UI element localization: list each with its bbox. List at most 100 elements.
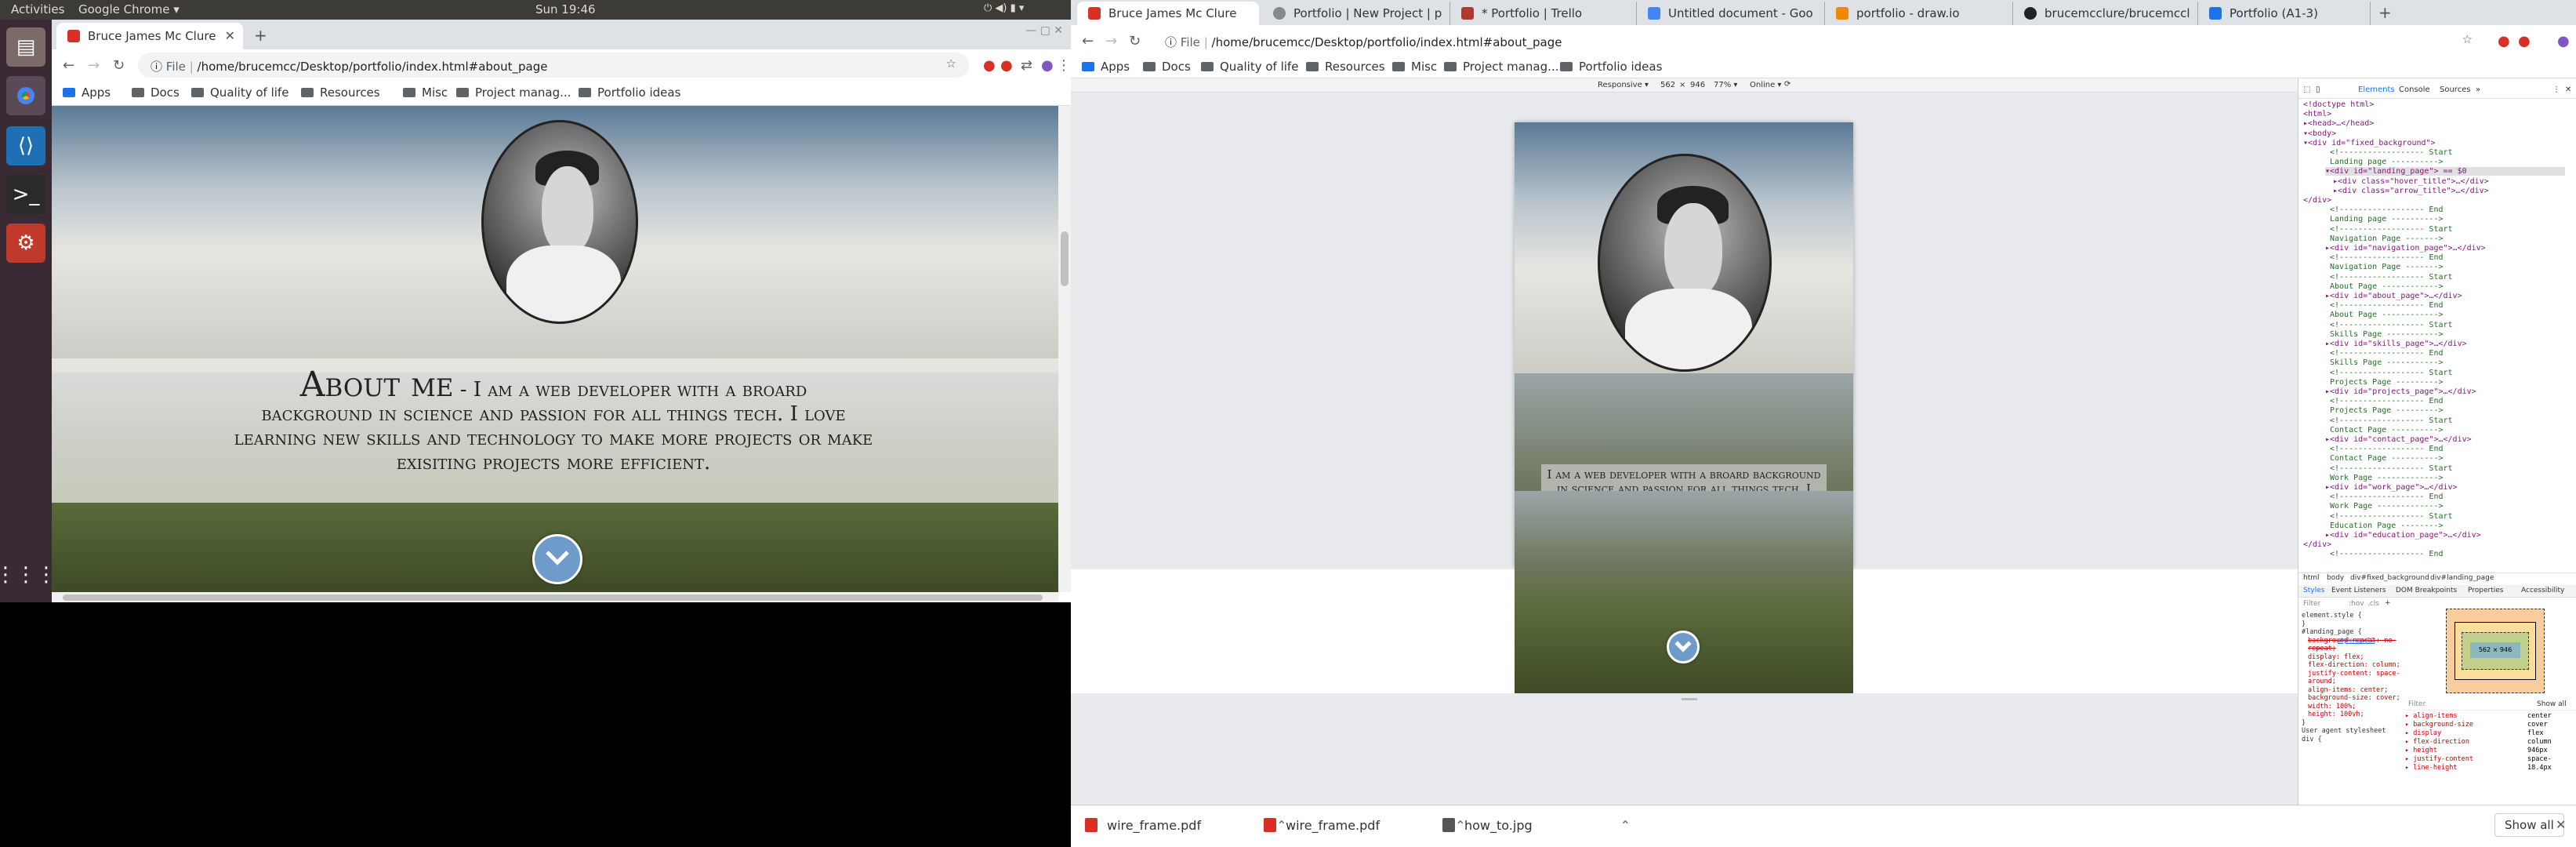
dom-node-line[interactable]: Work Page ------------->: [2330, 502, 2444, 511]
adblock-icon[interactable]: ●: [1000, 57, 1013, 74]
settings-icon[interactable]: ⚙: [6, 224, 45, 263]
close-downloads-icon[interactable]: ✕: [2556, 817, 2566, 832]
tab-styles[interactable]: Styles: [2303, 587, 2324, 594]
computed-property[interactable]: ▸ align-items center: [2405, 712, 2576, 721]
device-width-input[interactable]: 562: [1660, 81, 1675, 89]
bookmark-portfolio[interactable]: Portfolio ideas: [1560, 60, 1662, 74]
dom-node-line[interactable]: </div>: [2303, 196, 2331, 205]
resize-handle[interactable]: [1682, 698, 1697, 700]
reload-icon[interactable]: ↻: [1129, 33, 1141, 49]
breadcrumb-item[interactable]: body: [2327, 574, 2344, 582]
style-rule-line[interactable]: }: [2302, 719, 2402, 728]
close-tab-icon[interactable]: ✕: [225, 28, 235, 43]
right-tab-3[interactable]: Untitled document - Goo: [1637, 2, 1825, 28]
rotate-icon[interactable]: ⟳: [1784, 80, 1791, 89]
dom-node-line[interactable]: Education Page -------->: [2330, 522, 2444, 530]
chrome-icon[interactable]: [6, 76, 45, 115]
dom-node-line[interactable]: Navigation Page ------->: [2330, 263, 2444, 271]
bookmark-portfolio[interactable]: Portfolio ideas: [579, 85, 680, 100]
dom-node-line[interactable]: <!------------------ Start: [2330, 464, 2453, 473]
style-rule-line[interactable]: #landing_page {: [2302, 628, 2402, 637]
right-tab-4[interactable]: portfolio - draw.io: [1825, 2, 2013, 28]
terminal-icon[interactable]: >_: [6, 175, 45, 214]
dom-node-line[interactable]: ▸<div id="education_page">…</div>: [2325, 531, 2481, 540]
dom-node-line[interactable]: <!------------------ End: [2330, 301, 2444, 310]
show-all-checkbox[interactable]: Show all: [2537, 700, 2567, 708]
profile-avatar-icon[interactable]: ●: [2557, 33, 2570, 49]
activities-button[interactable]: Activities: [11, 2, 64, 16]
dom-node-line[interactable]: <!------------------ Start: [2330, 512, 2453, 521]
bookmark-apps[interactable]: Apps: [63, 85, 111, 100]
style-rule-line[interactable]: width: 100%;: [2302, 703, 2402, 711]
bookmark-misc[interactable]: Misc: [1392, 60, 1437, 74]
bookmark-resources[interactable]: Resources: [301, 85, 380, 100]
window-controls-icon[interactable]: — ▢ ✕: [1025, 24, 1063, 37]
computed-styles[interactable]: ▸ align-items center ▸ background-size cove…: [2405, 712, 2576, 805]
tab-elements[interactable]: Elements: [2358, 85, 2395, 94]
dom-node-line[interactable]: ▸<div id="work_page">…</div>: [2325, 483, 2458, 492]
dom-node-line[interactable]: ▸<div id="about_page">…</div>: [2325, 292, 2462, 300]
adblock-icon[interactable]: ●: [2518, 33, 2531, 49]
profile-avatar-icon[interactable]: ●: [1041, 57, 1054, 74]
bookmark-star-icon[interactable]: ☆: [2462, 32, 2473, 46]
dom-node-line[interactable]: Skills Page ----------->: [2330, 330, 2444, 339]
system-tray-icons[interactable]: ⏻ ◀) ▮ ▾: [984, 2, 1024, 14]
bookmark-quality[interactable]: Quality of life: [191, 85, 288, 100]
info-icon[interactable]: ⓘ: [1165, 35, 1177, 49]
forward-icon[interactable]: →: [1105, 33, 1117, 49]
dom-node-line[interactable]: ▸<div class="arrow_title">…</div>: [2333, 187, 2489, 195]
dom-node-line[interactable]: ▾<div id="landing_page"> == $0: [2325, 167, 2565, 176]
device-mode-select[interactable]: Responsive ▾: [1598, 81, 1649, 89]
computed-filter-input[interactable]: Filter: [2408, 700, 2425, 708]
mobile-scroll-chevron-icon[interactable]: [1667, 631, 1700, 663]
box-border[interactable]: 562 × 946: [2454, 622, 2536, 680]
dom-node-line[interactable]: ▸<div id="skills_page">…</div>: [2325, 340, 2467, 348]
vscode-icon[interactable]: ⟨⟩: [6, 126, 45, 165]
devtools-close-icon[interactable]: ✕: [2565, 85, 2571, 94]
right-tab-5[interactable]: brucemcclure/brucemccl: [2013, 2, 2198, 28]
computed-property[interactable]: ▸ justify-content space-: [2405, 755, 2576, 764]
dom-node-line[interactable]: ▾<body>: [2303, 129, 2336, 138]
back-icon[interactable]: ←: [63, 57, 74, 74]
h-scroll-thumb[interactable]: [63, 594, 1043, 601]
dom-node-line[interactable]: <!------------------ Start: [2330, 369, 2453, 377]
bookmark-quality[interactable]: Quality of life: [1201, 60, 1298, 74]
download-item-1[interactable]: wire_frame.pdf ⌃: [1264, 818, 1465, 833]
bookmark-misc[interactable]: Misc: [403, 85, 448, 100]
style-rule-line[interactable]: flex-direction: column;: [2302, 661, 2402, 670]
right-omnibox[interactable]: ⓘ File | /home/brucemcc/Desktop/portfoli…: [1152, 28, 2485, 53]
breadcrumb-item[interactable]: div#landing_page: [2430, 574, 2494, 582]
style-rule-line[interactable]: element.style {: [2302, 612, 2402, 620]
dom-node-line[interactable]: About Page ------------>: [2330, 311, 2444, 319]
dom-node-line[interactable]: Landing page ---------->: [2330, 215, 2444, 224]
dom-node-line[interactable]: ▸<head>…</head>: [2303, 119, 2374, 128]
bookmark-star-icon[interactable]: ☆: [946, 56, 956, 71]
dom-node-line[interactable]: ▾<div id="fixed_background">: [2303, 139, 2436, 147]
bookmark-docs[interactable]: Docs: [1143, 60, 1191, 74]
show-all-downloads-button[interactable]: Show all: [2494, 813, 2564, 837]
hov-toggle[interactable]: :hov: [2349, 600, 2364, 608]
style-rule-line[interactable]: }: [2302, 620, 2402, 629]
computed-property[interactable]: ▸ height 946px: [2405, 747, 2576, 755]
dom-node-line[interactable]: <!------------------ Start: [2330, 225, 2453, 234]
style-rule-line[interactable]: div {: [2302, 736, 2402, 744]
back-icon[interactable]: ←: [1082, 33, 1094, 49]
style-rule-line[interactable]: User agent stylesheet: [2302, 727, 2402, 736]
dom-node-line[interactable]: <!------------------ End: [2330, 397, 2444, 405]
box-content[interactable]: 562 × 946: [2470, 642, 2520, 658]
dom-node-line[interactable]: Projects Page --------->: [2330, 406, 2444, 415]
dom-node-line[interactable]: <!doctype html>: [2303, 100, 2374, 109]
dom-node-line[interactable]: <!------------------ Start: [2330, 321, 2453, 329]
dom-node-line[interactable]: ▸<div id="contact_page">…</div>: [2325, 435, 2472, 444]
device-toggle-icon[interactable]: ▯: [2316, 85, 2320, 94]
dom-node-line[interactable]: Skills Page ----------->: [2330, 358, 2444, 367]
breadcrumb-item[interactable]: div#fixed_background: [2350, 574, 2429, 582]
chevron-up-icon[interactable]: ⌃: [1620, 818, 1631, 833]
dom-node-line[interactable]: Projects Page --------->: [2330, 378, 2444, 387]
computed-property[interactable]: ▸ flex-direction column: [2405, 738, 2576, 747]
left-tab-active[interactable]: Bruce James Mc Clure ✕: [56, 23, 243, 49]
style-rule-line[interactable]: justify-content: space-around;: [2302, 670, 2402, 686]
device-height-input[interactable]: 946: [1690, 81, 1705, 89]
extension-icon[interactable]: ●: [983, 57, 996, 74]
dom-node-line[interactable]: <!------------------ End: [2330, 253, 2444, 262]
